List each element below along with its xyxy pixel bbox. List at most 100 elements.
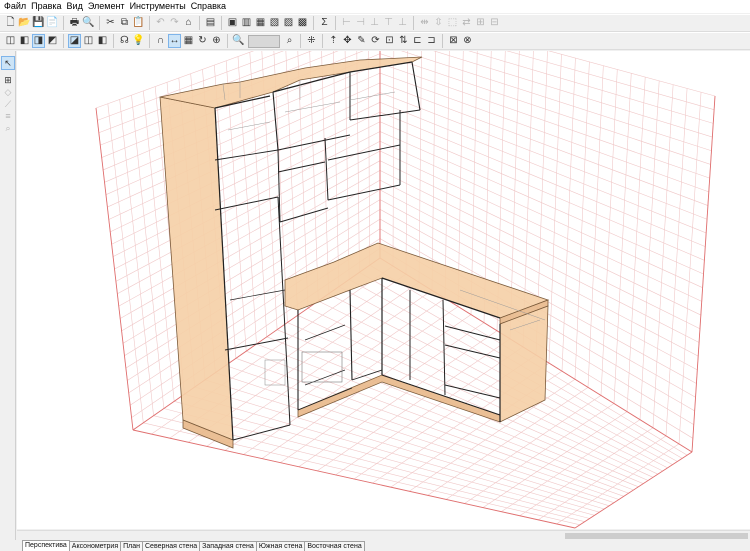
tab-6[interactable]: Восточная стена: [304, 541, 365, 551]
distribute-h-button[interactable]: ⇹: [418, 16, 431, 30]
right-wall-grid-line: [433, 51, 713, 138]
layout-1-button[interactable]: ▣: [226, 16, 239, 30]
3d-viewport[interactable]: [17, 51, 750, 529]
distribute-v-button[interactable]: ⇳: [432, 16, 445, 30]
box-back-button[interactable]: ◫: [82, 34, 95, 48]
dimension-tool-icon: ≡: [5, 110, 11, 121]
align-bottom-icon: ⊥: [398, 17, 407, 28]
zoom-tool-button[interactable]: ⌕: [1, 121, 15, 135]
tall-cabinet-bottom: [232, 424, 291, 441]
redo-icon: ↷: [170, 17, 179, 28]
kitchen-3d-scene[interactable]: [17, 51, 750, 529]
properties-button[interactable]: ▤: [204, 16, 217, 30]
magnet-button[interactable]: ∩: [154, 34, 167, 48]
dimensions-button[interactable]: ↔: [168, 34, 181, 48]
tab-4[interactable]: Западная стена: [199, 541, 257, 551]
group-icon: ⊞: [476, 17, 485, 28]
settings-button[interactable]: ⊠: [447, 34, 460, 48]
align-center-button[interactable]: ⊣: [354, 16, 367, 30]
camera-button[interactable]: ☊: [118, 34, 131, 48]
toolbar-separator: [313, 16, 314, 30]
menu-item-2[interactable]: Вид: [67, 0, 88, 13]
align-left-button[interactable]: ⊢: [340, 16, 353, 30]
tab-0[interactable]: Перспектива: [22, 540, 70, 551]
level-button[interactable]: ⊐: [425, 34, 438, 48]
mirror-button[interactable]: ⇄: [460, 16, 473, 30]
size-icon: ⬚: [447, 17, 458, 28]
layout-2-button[interactable]: ▥: [240, 16, 253, 30]
right-wall-grid-line: [418, 51, 422, 283]
menu-item-0[interactable]: Файл: [4, 0, 31, 13]
cut-icon: ✂: [106, 17, 115, 28]
align-top-button[interactable]: ⊤: [382, 16, 395, 30]
upper-cabinet-edge: [411, 61, 421, 111]
cut-button[interactable]: ✂: [104, 16, 117, 30]
grid-button[interactable]: ▦: [182, 34, 195, 48]
size-button[interactable]: ⬚: [446, 16, 459, 30]
view-solid-button[interactable]: ◧: [18, 34, 31, 48]
layout-4-button[interactable]: ▧: [268, 16, 281, 30]
tab-5[interactable]: Южная стена: [255, 541, 306, 551]
target-button[interactable]: ⊕: [210, 34, 223, 48]
sum-button[interactable]: Σ: [318, 16, 331, 30]
group-button[interactable]: ⊞: [474, 16, 487, 30]
layout-3-button[interactable]: ▦: [254, 16, 267, 30]
view-wire-button[interactable]: ◫: [4, 34, 17, 48]
view-textured-button[interactable]: ◨: [32, 34, 45, 48]
undo-button[interactable]: ↶: [154, 16, 167, 30]
menu-item-4[interactable]: Инструменты: [130, 0, 191, 13]
box-front-button[interactable]: ◪: [68, 34, 81, 48]
layout-5-button[interactable]: ▨: [282, 16, 295, 30]
align-right-button[interactable]: ⊥: [368, 16, 381, 30]
zoom-button[interactable]: 🔍: [232, 34, 245, 48]
floor-grid-line: [538, 435, 667, 521]
move-up-button[interactable]: ⇡: [327, 34, 340, 48]
new-file-button[interactable]: 🗋: [4, 16, 17, 30]
print-button[interactable]: 🖶: [68, 16, 81, 30]
redo-button[interactable]: ↷: [168, 16, 181, 30]
report-button[interactable]: ▩: [296, 16, 309, 30]
align-bottom-button[interactable]: ⊥: [396, 16, 409, 30]
distribute-v-icon: ⇳: [434, 17, 443, 28]
ungroup-button[interactable]: ⊟: [488, 16, 501, 30]
right-wall-grid-line: [392, 51, 395, 267]
save-icon: 💾: [32, 17, 45, 28]
catalog-button[interactable]: ⌂: [182, 16, 195, 30]
open-folder-button[interactable]: 📂: [18, 16, 31, 30]
tab-3[interactable]: Северная стена: [142, 541, 201, 551]
snap-button[interactable]: ⁜: [305, 34, 318, 48]
zoom-field[interactable]: [248, 34, 280, 48]
tab-2[interactable]: План: [120, 541, 143, 551]
left-wall-grid-line: [356, 51, 360, 273]
toolbar-separator: [149, 34, 150, 48]
horizontal-scrollbar[interactable]: [17, 530, 750, 540]
room-edge-line: [691, 95, 716, 453]
print-preview-button[interactable]: 🔍: [82, 16, 95, 30]
move-button[interactable]: ✥: [341, 34, 354, 48]
menu-item-1[interactable]: Правка: [31, 0, 66, 13]
scrollbar-thumb[interactable]: [565, 533, 748, 539]
delete-button[interactable]: ⊗: [461, 34, 474, 48]
pencil-button[interactable]: ✎: [355, 34, 368, 48]
rotate-2-button[interactable]: ⟳: [369, 34, 382, 48]
copy-button[interactable]: ⧉: [118, 16, 131, 30]
box-color-button[interactable]: ◧: [96, 34, 109, 48]
level-icon: ⊐: [427, 35, 436, 46]
menu-item-3[interactable]: Элемент: [88, 0, 130, 13]
select-arrow-button[interactable]: ↖: [1, 56, 15, 70]
paste-button[interactable]: 📋: [132, 16, 145, 30]
export-button[interactable]: 📄: [46, 16, 59, 30]
rotate-button[interactable]: ↻: [196, 34, 209, 48]
menu-item-5[interactable]: Справка: [191, 0, 231, 13]
save-button[interactable]: 💾: [32, 16, 45, 30]
view-shaded-button[interactable]: ◩: [46, 34, 59, 48]
step-button[interactable]: ⊏: [411, 34, 424, 48]
light-button[interactable]: 💡: [132, 34, 145, 48]
tab-1[interactable]: Аксонометрия: [68, 541, 122, 551]
left-wall-grid-line: [108, 92, 381, 220]
lock-button[interactable]: ⊡: [383, 34, 396, 48]
flip-button[interactable]: ⇅: [397, 34, 410, 48]
right-wall-grid-line: [379, 92, 708, 220]
zoom-extents-button[interactable]: ⌕: [283, 34, 296, 48]
toolbar-separator: [63, 34, 64, 48]
